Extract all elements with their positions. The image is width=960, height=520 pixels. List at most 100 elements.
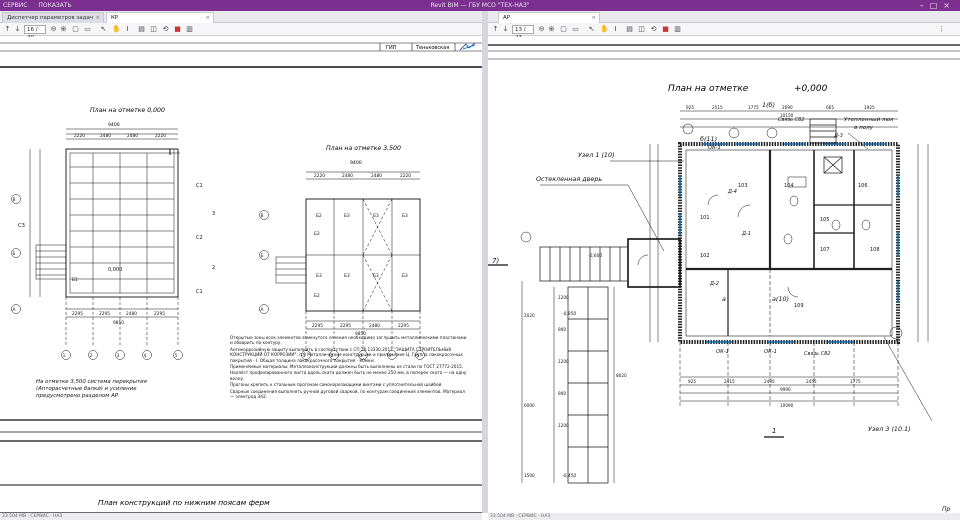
maximize-button[interactable]: □ bbox=[930, 1, 944, 10]
ar-plan-level: +0,000 bbox=[794, 84, 828, 94]
hand-icon[interactable]: ✋ bbox=[112, 25, 121, 33]
ar-glazed-door: Остекленная дверь bbox=[536, 175, 602, 183]
ar-dim-left: 1200 bbox=[558, 295, 569, 300]
fit-page-icon[interactable]: ▢ bbox=[72, 25, 79, 33]
plan2-axis: Б bbox=[261, 253, 264, 259]
ar-dim-top: 1925 bbox=[864, 105, 875, 110]
ar-level: -0,950 bbox=[562, 311, 576, 317]
plan2-dim-bottom: 2295 bbox=[340, 323, 351, 329]
split-icon[interactable]: ◫ bbox=[150, 25, 157, 33]
close-icon[interactable]: × bbox=[591, 13, 596, 23]
note-icon[interactable]: ▤ bbox=[626, 25, 633, 33]
plan1-mark: 3 bbox=[212, 211, 215, 217]
right-tab-row: АР × bbox=[488, 11, 960, 23]
ar-ok-label: ОК-1 bbox=[764, 349, 777, 355]
tab-ar[interactable]: АР × bbox=[498, 12, 600, 23]
fit-page-icon[interactable]: ▢ bbox=[560, 25, 567, 33]
ar-axis-label: б(11) bbox=[700, 135, 717, 143]
ar-dim-bottom: 925 bbox=[688, 379, 696, 384]
rotate-icon[interactable]: ⟲ bbox=[162, 25, 169, 33]
ar-level: -0,600 bbox=[588, 253, 602, 259]
window-title: Revit BIM — ГБУ МСО "ТЕХ-НАЗ" bbox=[430, 2, 530, 9]
ar-dim-left: 1200 bbox=[558, 359, 569, 364]
cursor-icon[interactable]: ↖ bbox=[588, 25, 595, 33]
ar-dim-top: 2515 bbox=[712, 105, 723, 110]
plan1-axis: 4 bbox=[144, 353, 147, 359]
plan1-total-bottom: 9850 bbox=[113, 320, 124, 326]
left-status-bar: 33.504 MB · СЕРВИС · НАЗ bbox=[0, 513, 482, 520]
tab-kr[interactable]: КР × bbox=[106, 12, 214, 23]
cursor-icon[interactable]: ↖ bbox=[100, 25, 107, 33]
ar-left-dim: 1500 bbox=[524, 473, 535, 478]
plan2-beam: Б3 bbox=[402, 273, 408, 279]
plan-level-0000: План на отметке 0,000 9400 2220 2480 248… bbox=[11, 107, 215, 360]
ar-dim-left: 900 bbox=[558, 391, 566, 396]
text-select-icon[interactable]: Ⅰ bbox=[612, 25, 619, 33]
plan2-dim-top: 2480 bbox=[371, 173, 382, 179]
close-icon[interactable]: × bbox=[205, 13, 210, 23]
minimize-button[interactable]: – bbox=[920, 1, 930, 10]
ar-dim-bottom: 2415 bbox=[724, 379, 735, 384]
ar-total-left: 6000 bbox=[524, 403, 535, 408]
arrow-up-icon[interactable]: ↑ bbox=[492, 25, 499, 33]
ar-axis-label: 1(б) bbox=[762, 101, 775, 109]
left-tab-row: Диспетчер параметров задач × КР × bbox=[0, 11, 482, 23]
plan2-beam: Б2 bbox=[314, 293, 320, 299]
hand-icon[interactable]: ✋ bbox=[600, 25, 609, 33]
arrow-up-icon[interactable]: ↑ bbox=[4, 25, 11, 33]
plan1-title: План на отметке 0,000 bbox=[90, 107, 165, 114]
left-document-pane[interactable]: ГИП Теньковская План на отметке 0,000 94… bbox=[0, 37, 482, 513]
split-icon[interactable]: ◫ bbox=[638, 25, 645, 33]
zoom-out-icon[interactable]: ⊖ bbox=[50, 25, 57, 33]
plan2-beam: Б3 bbox=[373, 213, 379, 219]
plan2-beam: Б2 bbox=[314, 231, 320, 237]
ar-dim-left: 900 bbox=[558, 327, 566, 332]
arrow-down-icon[interactable]: ↓ bbox=[502, 25, 509, 33]
drawing-sheet-ar: План на отметке +0,000 925 2515 1775 269… bbox=[488, 44, 960, 513]
tab-label: АР bbox=[503, 15, 511, 21]
right-status-bar: 33.504 MB · СЕРВИС · НАЗ bbox=[488, 513, 960, 520]
print-icon[interactable]: ▭ bbox=[84, 25, 91, 33]
text-select-icon[interactable]: Ⅰ bbox=[124, 25, 131, 33]
zoom-in-icon[interactable]: ⊕ bbox=[548, 25, 555, 33]
plan2-axis: А bbox=[261, 307, 264, 313]
plan1-axis: В bbox=[13, 197, 16, 203]
more-icon[interactable]: ⋮ bbox=[938, 25, 945, 33]
close-icon[interactable]: × bbox=[95, 13, 100, 23]
rotate-icon[interactable]: ⟲ bbox=[650, 25, 657, 33]
plan1-mark: 2 bbox=[212, 265, 215, 271]
note-item: Антикоррозийную защиту выполнить в соотв… bbox=[230, 346, 463, 363]
tab-task-manager[interactable]: Диспетчер параметров задач × bbox=[2, 12, 104, 23]
ar-total-bottom-2: 10090 bbox=[780, 403, 794, 408]
thumbnails-icon[interactable]: ▥ bbox=[674, 25, 681, 33]
plan1-axis: А bbox=[13, 307, 16, 313]
title-block-label: ГИП bbox=[386, 45, 397, 51]
note-item: Прогоны крепить к стальным прогонам само… bbox=[230, 382, 443, 388]
note-icon[interactable]: ▤ bbox=[138, 25, 145, 33]
stop-icon[interactable]: ■ bbox=[662, 25, 669, 33]
ar-dim-top: 1775 bbox=[748, 105, 759, 110]
thumbnails-icon[interactable]: ▥ bbox=[186, 25, 193, 33]
ar-door-d: Д-4 bbox=[727, 189, 737, 195]
arrow-down-icon[interactable]: ↓ bbox=[14, 25, 21, 33]
ar-plan-title: План на отметке bbox=[668, 84, 749, 94]
close-window-button[interactable]: × bbox=[943, 1, 956, 10]
plan1-axis: 3 bbox=[117, 353, 120, 359]
plan1-dim-bottom: 2295 bbox=[154, 311, 165, 317]
ar-link-top: Связь С82 bbox=[778, 117, 805, 123]
zoom-in-icon[interactable]: ⊕ bbox=[60, 25, 67, 33]
zoom-out-icon[interactable]: ⊖ bbox=[538, 25, 545, 33]
plan1-dim-top: 2220 bbox=[74, 133, 85, 139]
ar-hatch-label-2: в полу bbox=[854, 125, 874, 131]
stop-icon[interactable]: ■ bbox=[174, 25, 181, 33]
page-number-input[interactable]: 16 / 40 bbox=[24, 25, 46, 41]
title-block-name: Теньковская bbox=[415, 45, 449, 51]
room-number: 107 bbox=[820, 247, 830, 253]
page-number-input[interactable]: 13 / 23 bbox=[512, 25, 534, 41]
right-document-pane[interactable]: План на отметке +0,000 925 2515 1775 269… bbox=[488, 37, 960, 513]
print-icon[interactable]: ▭ bbox=[572, 25, 579, 33]
tab-label: Диспетчер параметров задач bbox=[7, 15, 94, 21]
plan2-title: План на отметке 3,500 bbox=[326, 145, 401, 152]
plan2-dim-top: 2480 bbox=[342, 173, 353, 179]
plan1-axis: 1 bbox=[63, 353, 66, 359]
